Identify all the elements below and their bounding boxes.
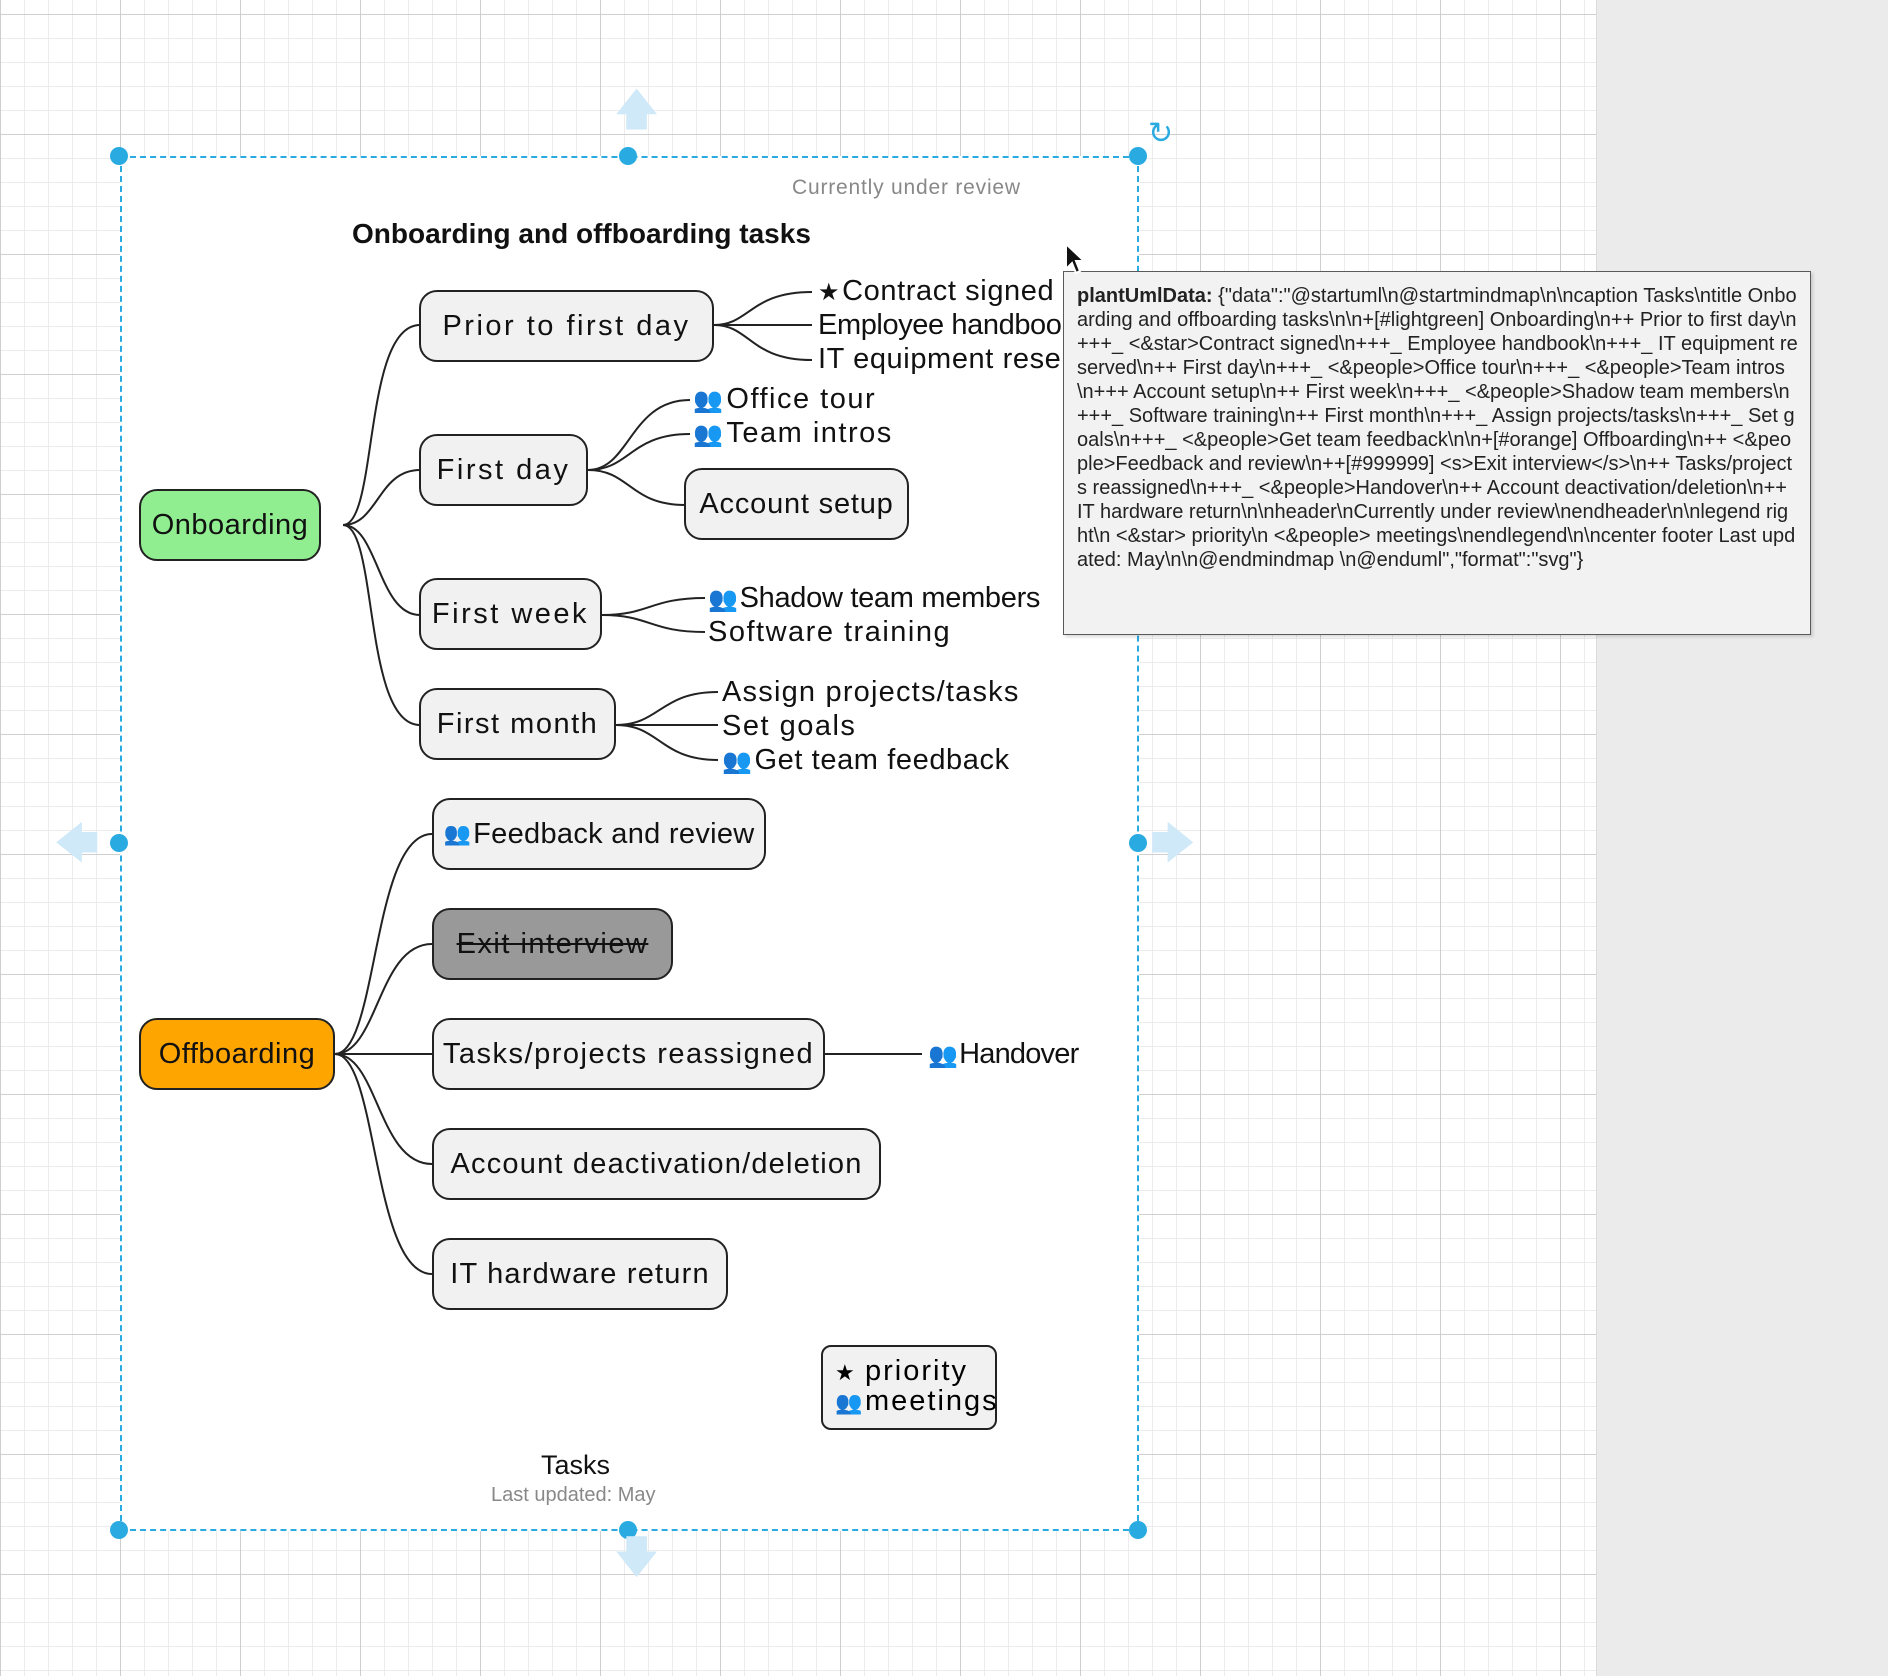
plantuml-data-tooltip: plantUmlData: {"data":"@startuml\n@start…	[1063, 271, 1811, 635]
diagram-canvas[interactable]: Currently under review Onboarding and of…	[0, 0, 1888, 1676]
tooltip-key: plantUmlData:	[1077, 285, 1213, 307]
clone-arrow-left-icon[interactable]: 🡄	[54, 822, 99, 866]
selection-border	[120, 156, 1139, 1531]
resize-handle-bottom-right[interactable]	[1129, 1521, 1147, 1539]
mouse-cursor-icon	[1065, 242, 1087, 275]
resize-handle-right[interactable]	[1129, 834, 1147, 852]
resize-handle-top-left[interactable]	[110, 147, 128, 165]
resize-handle-bottom-left[interactable]	[110, 1521, 128, 1539]
resize-handle-top-right[interactable]	[1129, 147, 1147, 165]
tooltip-value: {"data":"@startuml\n@startmindmap\n\ncap…	[1077, 285, 1798, 571]
rotate-handle-icon[interactable]: ↻	[1148, 116, 1173, 151]
resize-handle-left[interactable]	[110, 834, 128, 852]
clone-arrow-down-icon[interactable]: 🡇	[614, 1536, 659, 1580]
clone-arrow-right-icon[interactable]: 🡆	[1150, 822, 1195, 866]
resize-handle-top[interactable]	[619, 147, 637, 165]
clone-arrow-up-icon[interactable]: 🡅	[614, 88, 659, 132]
